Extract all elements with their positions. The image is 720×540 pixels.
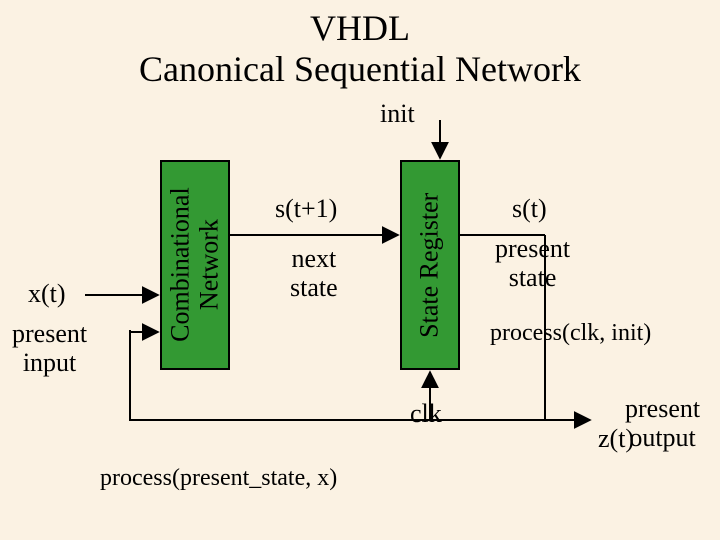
title-line1: VHDL bbox=[0, 8, 720, 49]
clk-label: clk bbox=[410, 400, 442, 429]
state-register-label: State Register bbox=[416, 192, 445, 337]
process-ps-label: process(present_state, x) bbox=[100, 465, 337, 491]
present-output-label: presentoutput bbox=[625, 395, 700, 452]
state-register-block: State Register bbox=[400, 160, 460, 370]
diagram-canvas: CombinationalNetwork State Register init… bbox=[0, 100, 720, 540]
combinational-network-block: CombinationalNetwork bbox=[160, 160, 230, 370]
stp1-label: s(t+1) bbox=[275, 195, 337, 224]
xt-label: x(t) bbox=[28, 280, 66, 309]
next-state-label: nextstate bbox=[290, 245, 338, 302]
present-input-label: presentinput bbox=[12, 320, 87, 377]
present-state-label: presentstate bbox=[495, 235, 570, 292]
init-label: init bbox=[380, 100, 415, 129]
combinational-network-label: CombinationalNetwork bbox=[166, 188, 223, 343]
title-line2: Canonical Sequential Network bbox=[0, 49, 720, 90]
process-clk-label: process(clk, init) bbox=[490, 320, 651, 346]
st-label: s(t) bbox=[512, 195, 547, 224]
